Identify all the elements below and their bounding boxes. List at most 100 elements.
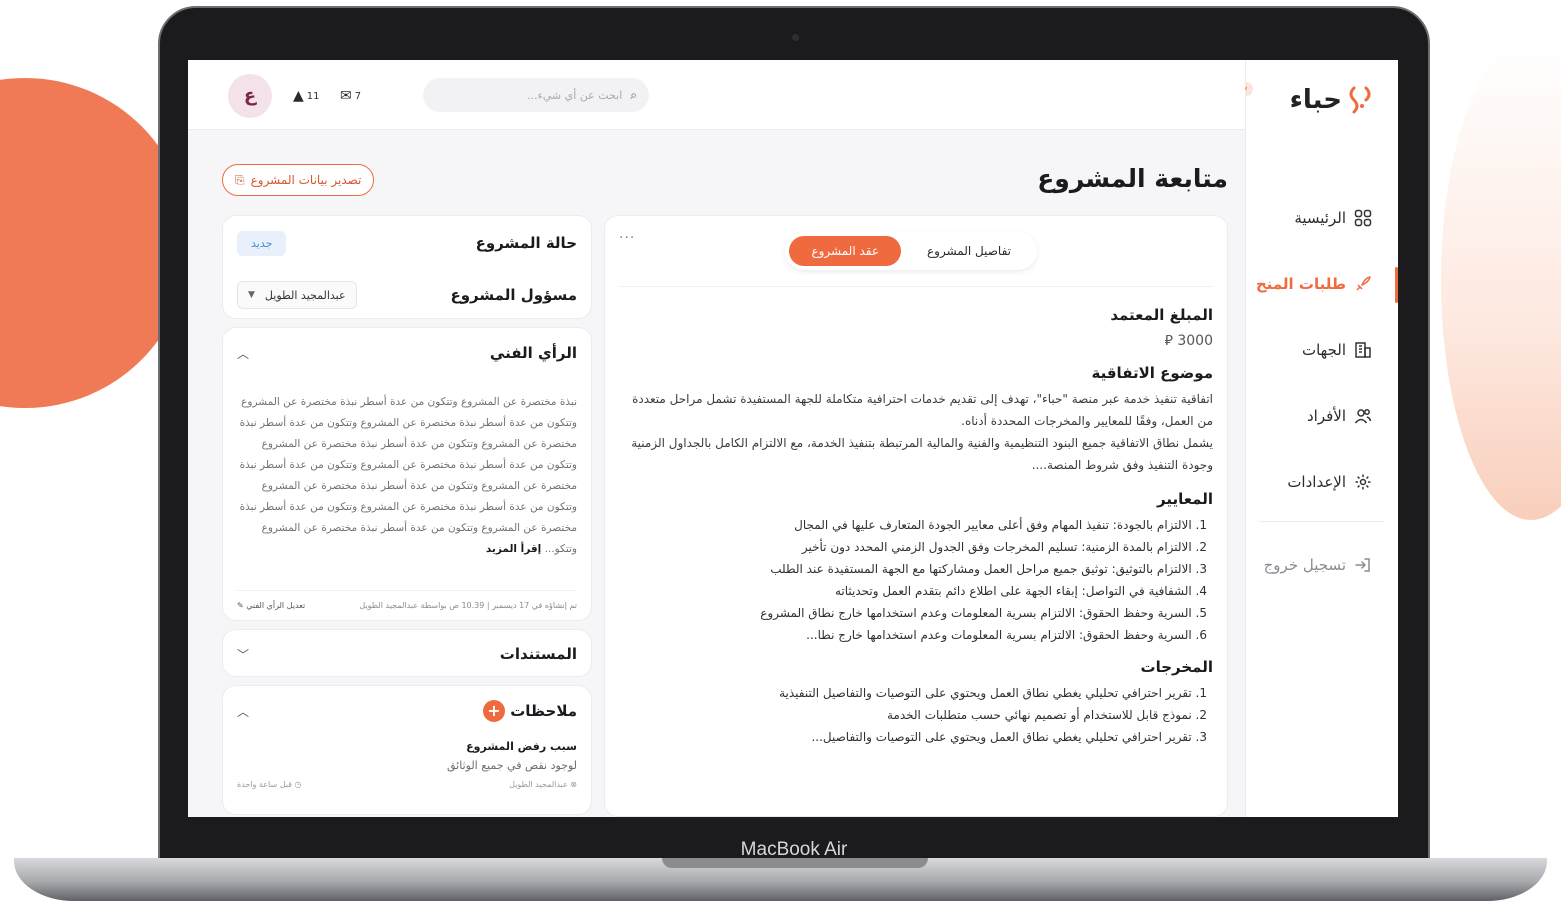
sidebar-nav: الرئيسية طلبات المنح الجهات الأفراد الإع… [1245,185,1398,598]
subject-paragraph: يشمل نطاق الاتفاقية جميع البنود التنظيمي… [631,436,1213,472]
documents-heading: المستندات [499,645,577,663]
project-side-panel: حالة المشروع جديد مسؤول المشروع عبدالمجي… [222,215,592,815]
outputs-heading: المخرجات [1140,658,1214,676]
read-more-link[interactable]: إقرأ المزيد [486,543,541,555]
sidebar-item-settings[interactable]: الإعدادات [1245,449,1398,515]
more-options-icon[interactable]: ··· [619,230,635,246]
export-icon: ⎘ [235,172,245,187]
sidebar-item-label: طلبات المنح [1255,275,1346,293]
sidebar-item-grant-requests[interactable]: طلبات المنح [1245,251,1398,317]
owner-value: عبدالمجيد الطويل [264,288,346,302]
list-item: 2. الالتزام بالمدة الزمنية: تسليم المخرج… [801,540,1207,554]
topbar: ⌕ ابحث عن أي شيء... ✉ 7 ▲ 11 ع [188,60,1245,130]
documents-card[interactable]: المستندات ﹀ [222,629,592,677]
sidebar-divider [1259,521,1384,522]
opinion-heading: الرأي الفني [489,344,577,362]
messages-button[interactable]: ✉ 7 [340,88,361,104]
chevron-down-icon[interactable]: ﹀ [237,646,249,663]
add-note-button[interactable]: + [482,700,505,722]
amount-heading: المبلغ المعتمد [1110,306,1213,324]
contract-card: تفاصيل المشروع عقد المشروع ··· المبلغ ال… [604,215,1228,817]
opinion-meta: تم إنشاؤه في 17 ديسمبر | 10.39 ص بواسطة … [359,601,577,610]
list-item: 2. نموذج قابل للاستخدام أو تصميم نهائي ح… [886,708,1207,722]
sidebar-item-individuals[interactable]: الأفراد [1245,383,1398,449]
note-body: لوجود نقص في جميع الوثائق [446,759,577,772]
sidebar-item-entities[interactable]: الجهات [1245,317,1398,383]
owner-label: مسؤول المشروع [450,286,577,304]
opinion-header: الرأي الفني ︿ [237,338,577,368]
subject-heading: موضوع الاتفاقية [1091,364,1213,382]
opinion-text: نبذة مختصرة عن المشروع وتتكون من عدة أسط… [237,392,577,560]
sidebar: › حباء الرئيسية طلبات المنح الجهات الأفر… [1239,60,1398,817]
logout-icon [1355,558,1370,572]
status-badge: جديد [237,230,287,256]
edit-opinion-button[interactable]: تعديل الرأي الفني ✎ [237,601,305,610]
outputs-list: 1. تقرير احترافي تحليلي يغطي نطاق العمل … [619,682,1213,748]
building-icon [1355,342,1371,358]
sidebar-item-label: الإعدادات [1287,473,1346,491]
laptop-notch [662,858,928,868]
list-item: 4. الشفافية في التواصل: إبقاء الجهة على … [834,584,1207,598]
edit-label: تعديل الرأي الفني [246,601,306,610]
opinion-footer: تم إنشاؤه في 17 ديسمبر | 10.39 ص بواسطة … [237,590,577,610]
grid-icon [1354,209,1372,227]
status-row: حالة المشروع جديد [237,226,577,260]
subject-paragraph: اتفاقية تنفيذ خدمة عبر منصة "حباء"، تهدف… [632,392,1213,428]
search-icon: ⌕ [630,87,637,102]
sidebar-item-label: الرئيسية [1294,209,1346,227]
tab-project-details[interactable]: تفاصيل المشروع [905,236,1033,266]
notes-header: ملاحظات + ︿ [237,696,577,726]
owner-select[interactable]: عبدالمجيد الطويل ▼ [237,281,357,309]
export-project-button[interactable]: تصدير بيانات المشروع ⎘ [222,164,375,196]
notifications-count: 11 [306,90,320,102]
amount-value: 3000 ⃁ [1164,333,1213,349]
logo-mark-icon [1349,86,1371,114]
note-time: ◷ قبل ساعة واحدة [237,780,302,789]
page-title: متابعة المشروع [1037,164,1228,193]
chat-icon: ✉ [340,88,352,104]
chevron-down-icon: ▼ [248,290,255,300]
note-meta: ⊗ عبدالمجيد الطويل ◷ قبل ساعة واحدة [237,780,577,789]
avatar[interactable]: ع [228,74,272,118]
list-item: 6. السرية وحفظ الحقوق: الالتزام بسرية ال… [806,628,1207,642]
messages-count: 7 [354,90,362,102]
note-item: سبب رفض المشروع لوجود نقص في جميع الوثائ… [237,740,577,789]
logout-button[interactable]: تسجيل خروج [1245,532,1398,598]
sidebar-item-label: الجهات [1301,341,1346,359]
chevron-up-icon[interactable]: ︿ [237,703,249,720]
stage: › حباء الرئيسية طلبات المنح الجهات الأفر… [0,0,1561,901]
bell-icon: ▲ [293,88,304,104]
note-author: ⊗ عبدالمجيد الطويل [509,780,577,789]
technical-opinion-card: الرأي الفني ︿ نبذة مختصرة عن المشروع وتت… [222,327,592,621]
search-input[interactable]: ابحث عن أي شيء... [527,89,622,102]
search-bar[interactable]: ⌕ ابحث عن أي شيء... [423,78,649,112]
rocket-icon [1356,276,1371,291]
export-label: تصدير بيانات المشروع [250,173,362,187]
brand-name: حباء [1289,85,1342,115]
status-card: حالة المشروع جديد مسؤول المشروع عبدالمجي… [222,215,592,319]
gear-icon [1355,474,1371,490]
status-label: حالة المشروع [475,234,577,252]
chevron-up-icon[interactable]: ︿ [237,345,249,362]
criteria-list: 1. الالتزام بالجودة: تنفيذ المهام وفق أع… [619,514,1213,646]
sidebar-item-label: الأفراد [1306,407,1346,425]
users-icon [1354,409,1372,424]
tab-project-contract[interactable]: عقد المشروع [789,236,901,266]
tab-bar: تفاصيل المشروع عقد المشروع [785,232,1037,270]
brand-logo[interactable]: حباء [1290,84,1374,116]
contract-content: المبلغ المعتمد 3000 ⃁ موضوع الاتفاقية ات… [619,298,1213,756]
sidebar-item-home[interactable]: الرئيسية [1245,185,1398,251]
list-item: 1. تقرير احترافي تحليلي يغطي نطاق العمل … [779,686,1207,700]
opinion-body: نبذة مختصرة عن المشروع وتتكون من عدة أسط… [239,396,577,555]
list-item: 1. الالتزام بالجودة: تنفيذ المهام وفق أع… [794,518,1207,532]
documents-header: المستندات ﹀ [237,639,577,669]
notifications-button[interactable]: ▲ 11 [293,88,320,104]
list-item: 3. الالتزام بالتوثيق: توثيق جميع مراحل ا… [770,562,1207,576]
list-item: 5. السرية وحفظ الحقوق: الالتزام بسرية ال… [760,606,1207,620]
notes-card: ملاحظات + ︿ سبب رفض المشروع لوجود نقص في… [222,685,592,815]
note-author-name: عبدالمجيد الطويل [509,780,568,789]
logout-label: تسجيل خروج [1263,556,1346,574]
pencil-icon: ✎ [237,601,244,610]
camera-dot [792,34,799,41]
criteria-heading: المعايير [1156,490,1213,508]
